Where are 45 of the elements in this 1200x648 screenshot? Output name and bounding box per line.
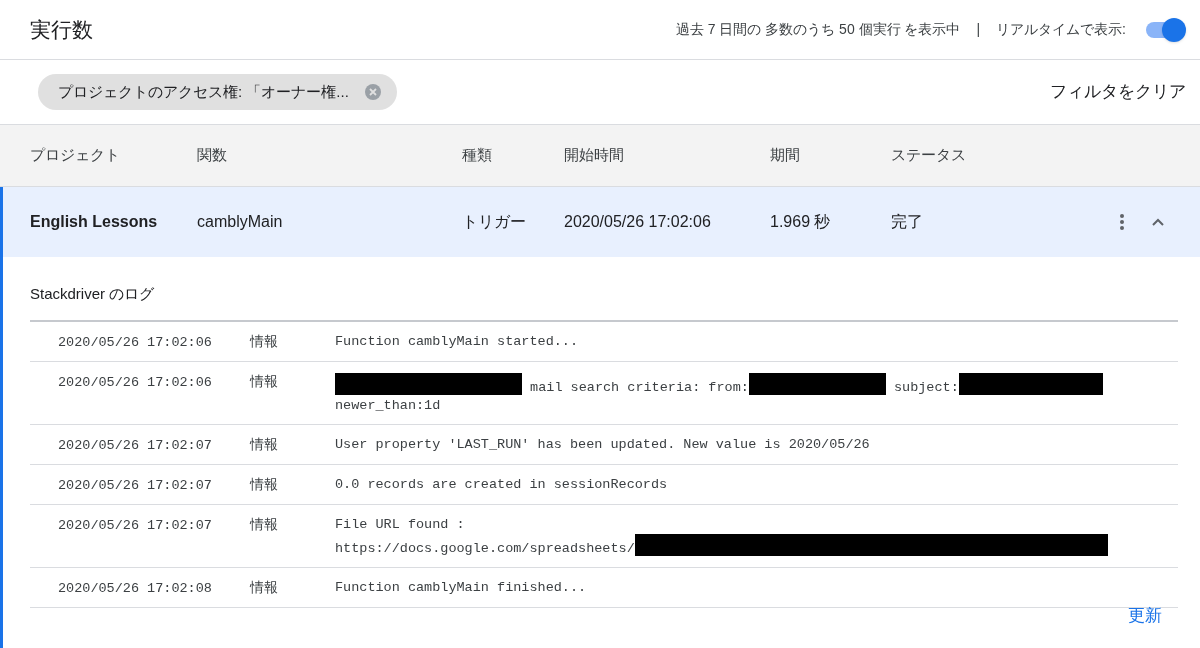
- log-message: User property 'LAST_RUN' has been updated. New value is 2020/05/26: [335, 436, 870, 452]
- table-cell: 2020/05/26 17:02:06: [564, 213, 711, 230]
- table-cell: English Lessons: [30, 213, 158, 230]
- clear-filters-button[interactable]: フィルタをクリア: [1046, 79, 1190, 105]
- results-summary: 過去 7 日間の 多数のうち 50 個実行 を表示中: [675, 20, 961, 39]
- log-message: subject:: [892, 379, 959, 395]
- table-cell: camblyMain: [197, 213, 283, 230]
- column-header: ステータス: [891, 146, 966, 164]
- table-cell: 1.969 秒: [770, 213, 831, 230]
- log-time: 2020/05/26 17:02:06: [58, 334, 212, 350]
- filter-chip[interactable]: プロジェクトのアクセス権: 「オーナー権...: [38, 74, 397, 110]
- log-level: 情報: [250, 333, 278, 349]
- log-level: 情報: [250, 436, 278, 452]
- column-header: プロジェクト: [30, 146, 120, 164]
- table-cell: 完了: [891, 213, 923, 230]
- page-title: 実行数: [30, 16, 93, 43]
- refresh-button[interactable]: 更新: [1128, 602, 1162, 628]
- log-level: 情報: [250, 476, 278, 492]
- log-message: 0.0 records are created in sessionRecords: [335, 476, 668, 492]
- execution-row[interactable]: English Lessons camblyMain トリガー 2020/05/26 17:02:06 1.969 秒 完了: [3, 187, 1200, 257]
- more-icon[interactable]: [1120, 214, 1124, 230]
- log-message: Function camblyMain started...: [335, 333, 579, 349]
- log-level: 情報: [250, 579, 278, 595]
- column-header: 期間: [770, 146, 800, 164]
- column-header: 開始時間: [564, 146, 624, 164]
- log-level: 情報: [250, 373, 278, 389]
- log-message: https://docs.google.com/spreadsheets/: [335, 540, 635, 556]
- table-cell: トリガー: [462, 213, 526, 230]
- log-message: File URL found :: [335, 516, 465, 532]
- log-message: newer_than:1d: [335, 397, 441, 413]
- log-time: 2020/05/26 17:02:08: [58, 580, 212, 596]
- realtime-label: リアルタイムで表示:: [996, 20, 1126, 39]
- log-time: 2020/05/26 17:02:07: [58, 437, 212, 453]
- log-time: 2020/05/26 17:02:07: [58, 517, 212, 533]
- collapse-icon[interactable]: [1152, 218, 1164, 226]
- column-header: 関数: [197, 146, 227, 164]
- log-time: 2020/05/26 17:02:06: [58, 374, 212, 390]
- log-message: Function camblyMain finished...: [335, 579, 587, 595]
- log-message: mail search criteria: from:: [529, 379, 749, 395]
- logs-title: Stackdriver のログ: [30, 284, 156, 304]
- separator: |: [975, 20, 982, 39]
- realtime-toggle[interactable]: [1146, 17, 1186, 42]
- log-level: 情報: [250, 516, 278, 532]
- log-time: 2020/05/26 17:02:07: [58, 477, 212, 493]
- column-header: 種類: [462, 146, 492, 164]
